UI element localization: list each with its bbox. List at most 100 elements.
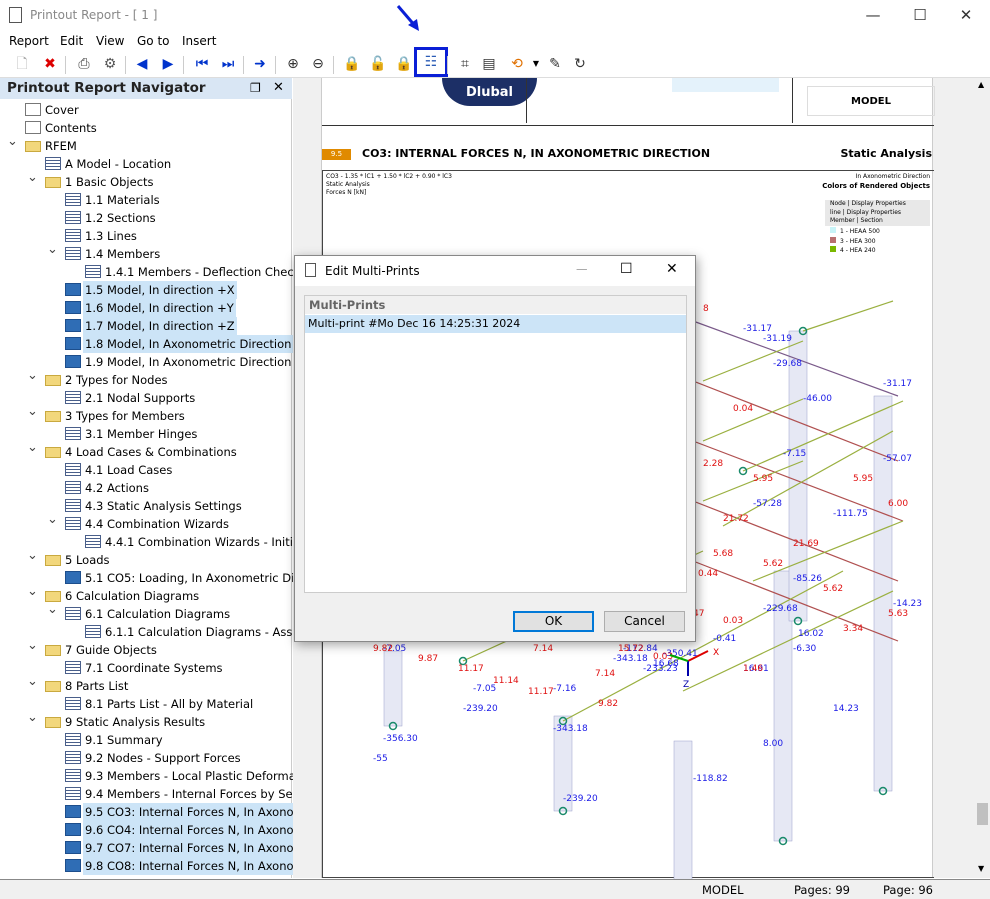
tree-item[interactable]: 4.4.1 Combination Wizards - Initial ...: [0, 533, 318, 551]
expand-chevron-icon[interactable]: ⌄: [47, 512, 58, 527]
page-layout-icon[interactable]: ⌗: [455, 54, 475, 74]
tree-item[interactable]: 9.4 Members - Internal Forces by Section: [0, 785, 321, 803]
float-panel-icon[interactable]: ❐: [250, 81, 261, 95]
tree-item[interactable]: 6.1.1 Calculation Diagrams - Assign...: [0, 623, 321, 641]
ok-button[interactable]: OK: [513, 611, 594, 632]
expand-chevron-icon[interactable]: ⌄: [27, 584, 38, 599]
select-icon[interactable]: ▤: [479, 54, 499, 74]
tree-item[interactable]: ⌄ 5 Loads: [0, 548, 290, 569]
tree-item[interactable]: 1.8 Model, In Axonometric Direction by .…: [0, 335, 326, 353]
list-item[interactable]: Multi-print #Mo Dec 16 14:25:31 2024: [305, 315, 686, 333]
menu-insert[interactable]: Insert: [182, 34, 216, 48]
zoom-in-icon[interactable]: ⊕: [283, 54, 303, 74]
tree-item[interactable]: ⌄ 6.1 Calculation Diagrams: [0, 602, 290, 623]
tree-item[interactable]: 4.1 Load Cases: [0, 461, 290, 479]
force-label: 11.17: [458, 664, 484, 674]
tree-item[interactable]: Contents: [0, 119, 290, 137]
edit-icon[interactable]: ✎: [545, 54, 565, 74]
scroll-thumb[interactable]: [977, 803, 988, 825]
tree-item[interactable]: 5.1 CO5: Loading, In Axonometric Direc..…: [0, 569, 323, 587]
tree-item[interactable]: 2.1 Nodal Supports: [0, 389, 290, 407]
previous-page-icon[interactable]: ◀: [132, 54, 152, 74]
tree-item-label: 1.1 Materials: [85, 193, 160, 207]
tree-item[interactable]: 9.8 CO8: Internal Forces N, In Axonom...: [0, 857, 318, 875]
tree-item[interactable]: 9.5 CO3: Internal Forces N, In Axonom...: [0, 803, 318, 821]
edit-multi-prints-icon[interactable]: ☷: [414, 47, 448, 77]
tree-item[interactable]: Cover: [0, 101, 290, 119]
close-button[interactable]: ✕: [943, 4, 989, 26]
tree-item[interactable]: ⌄ 1.4 Members: [0, 242, 290, 263]
lock-icon[interactable]: 🔒: [342, 54, 362, 74]
menu-report[interactable]: Report: [9, 34, 49, 48]
dialog-close-button[interactable]: ✕: [666, 261, 678, 277]
expand-chevron-icon[interactable]: ⌄: [27, 710, 38, 725]
new-report-icon[interactable]: 🗋: [12, 54, 32, 74]
go-to-page-icon[interactable]: ➜: [250, 54, 270, 74]
tree-item[interactable]: 9.3 Members - Local Plastic Deformation.…: [0, 767, 329, 785]
tree-item[interactable]: 1.3 Lines: [0, 227, 290, 245]
refresh-lock-icon[interactable]: 🔒: [394, 54, 414, 74]
print-settings-icon[interactable]: ⚙: [100, 54, 120, 74]
expand-chevron-icon[interactable]: ⌄: [27, 674, 38, 689]
tree-item[interactable]: 7.1 Coordinate Systems: [0, 659, 290, 677]
table-icon: [65, 661, 81, 674]
tree-item[interactable]: ⌄ RFEM: [0, 134, 290, 155]
expand-chevron-icon[interactable]: ⌄: [27, 440, 38, 455]
tree-item[interactable]: 1.1 Materials: [0, 191, 290, 209]
tree-item[interactable]: 9.7 CO7: Internal Forces N, In Axonom...: [0, 839, 318, 857]
expand-chevron-icon[interactable]: ⌄: [27, 548, 38, 563]
tree-item[interactable]: 1.6 Model, In direction +Y: [0, 299, 290, 317]
expand-chevron-icon[interactable]: ⌄: [47, 242, 58, 257]
expand-chevron-icon[interactable]: ⌄: [27, 170, 38, 185]
orientation-icon[interactable]: ⟲: [507, 54, 527, 74]
tree-item[interactable]: ⌄ 4.4 Combination Wizards: [0, 512, 290, 533]
tree-item[interactable]: ⌄ 4 Load Cases & Combinations: [0, 440, 290, 461]
tree-item[interactable]: ⌄ 1 Basic Objects: [0, 170, 290, 191]
tree-item[interactable]: ⌄ 8 Parts List: [0, 674, 290, 695]
tree-item[interactable]: 4.3 Static Analysis Settings: [0, 497, 290, 515]
toolbar-separator: [65, 56, 66, 74]
tree-item[interactable]: 1.9 Model, In Axonometric Direction: [0, 353, 291, 371]
tree-item[interactable]: A Model - Location: [0, 155, 290, 173]
expand-chevron-icon[interactable]: ⌄: [27, 368, 38, 383]
zoom-out-icon[interactable]: ⊖: [308, 54, 328, 74]
expand-chevron-icon[interactable]: ⌄: [47, 602, 58, 617]
tree-item[interactable]: ⌄ 9 Static Analysis Results: [0, 710, 290, 731]
dialog-maximize-button[interactable]: ☐: [620, 261, 633, 277]
next-page-icon[interactable]: ▶: [158, 54, 178, 74]
tree-item[interactable]: 8.1 Parts List - All by Material: [0, 695, 290, 713]
tree-item[interactable]: ⌄ 7 Guide Objects: [0, 638, 290, 659]
refresh-icon[interactable]: ↻: [570, 54, 590, 74]
tree-item[interactable]: 9.2 Nodes - Support Forces: [0, 749, 290, 767]
tree-item[interactable]: 4.2 Actions: [0, 479, 290, 497]
minimize-button[interactable]: —: [850, 4, 896, 26]
menu-go-to[interactable]: Go to: [137, 34, 170, 48]
maximize-button[interactable]: ☐: [897, 4, 943, 26]
close-panel-icon[interactable]: ✕: [273, 80, 284, 95]
expand-chevron-icon[interactable]: ⌄: [27, 638, 38, 653]
delete-report-icon[interactable]: ✖: [40, 54, 60, 74]
cancel-button[interactable]: Cancel: [604, 611, 685, 632]
expand-chevron-icon[interactable]: ⌄: [7, 134, 18, 149]
tree-item[interactable]: 1.2 Sections: [0, 209, 290, 227]
tree-item[interactable]: 3.1 Member Hinges: [0, 425, 290, 443]
tree-item[interactable]: 1.5 Model, In direction +X: [0, 281, 290, 299]
expand-chevron-icon[interactable]: ⌄: [27, 404, 38, 419]
first-page-icon[interactable]: ⏮: [192, 54, 212, 74]
tree-item[interactable]: ⌄ 2 Types for Nodes: [0, 368, 290, 389]
last-page-icon[interactable]: ⏭: [218, 54, 238, 74]
img-icon: [65, 805, 81, 818]
tree-item[interactable]: 1.4.1 Members - Deflection Check - ...: [0, 263, 323, 281]
dropdown-arrow-icon[interactable]: ▼: [526, 54, 546, 74]
dialog-minimize-button[interactable]: —: [576, 262, 588, 276]
tree-item[interactable]: 1.7 Model, In direction +Z: [0, 317, 290, 335]
tree-item[interactable]: 9.1 Summary: [0, 731, 290, 749]
unlock-icon[interactable]: 🔓: [368, 54, 388, 74]
tree-item[interactable]: ⌄ 3 Types for Members: [0, 404, 290, 425]
menu-view[interactable]: View: [96, 34, 124, 48]
tree-item[interactable]: ⌄ 6 Calculation Diagrams: [0, 584, 290, 605]
vertical-scrollbar[interactable]: ▲ ▼: [975, 78, 990, 878]
tree-item[interactable]: 9.6 CO4: Internal Forces N, In Axonom...: [0, 821, 318, 839]
menu-edit[interactable]: Edit: [60, 34, 83, 48]
print-icon[interactable]: ⎙: [74, 54, 94, 74]
